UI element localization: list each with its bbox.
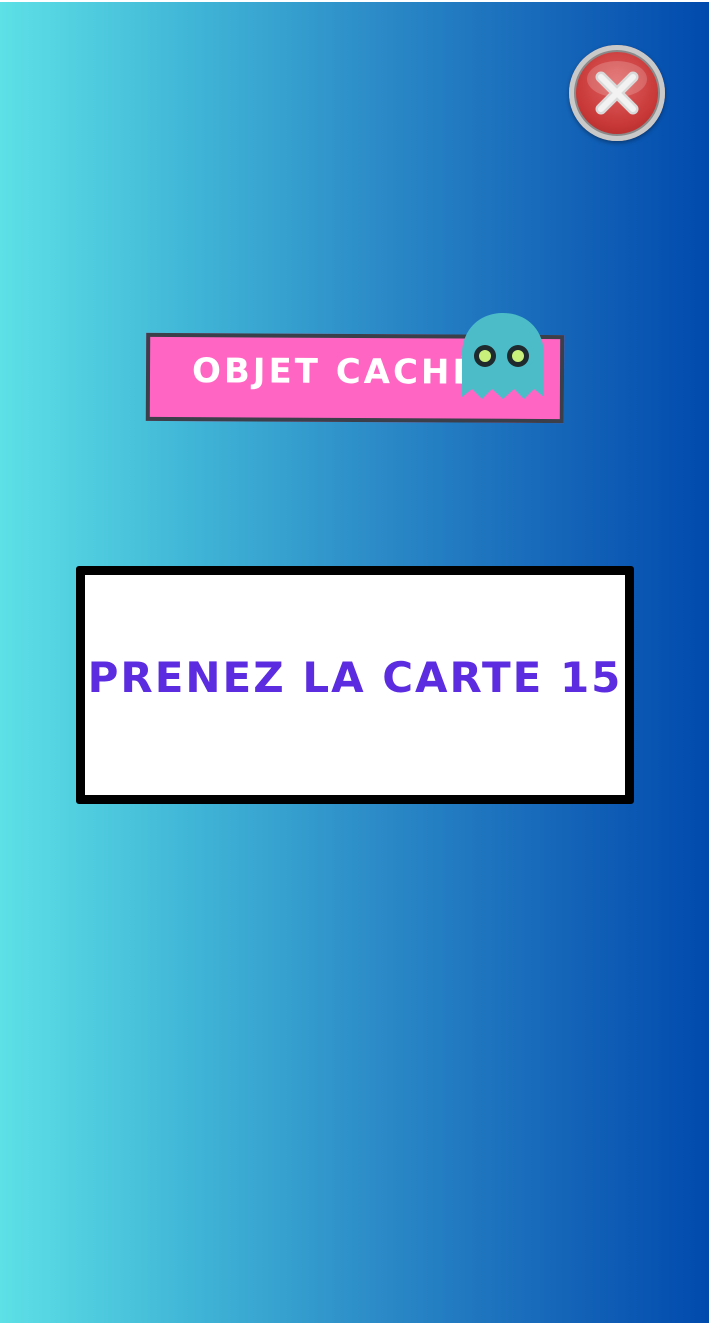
top-border	[0, 0, 709, 2]
close-button[interactable]	[569, 45, 665, 141]
close-x-icon	[587, 61, 647, 115]
ghost-icon	[462, 313, 544, 399]
banner-title: OBJET CACHÉ	[191, 351, 479, 393]
card-message: PRENEZ LA CARTE 15	[87, 653, 623, 702]
message-card: PRENEZ LA CARTE 15	[76, 566, 634, 804]
